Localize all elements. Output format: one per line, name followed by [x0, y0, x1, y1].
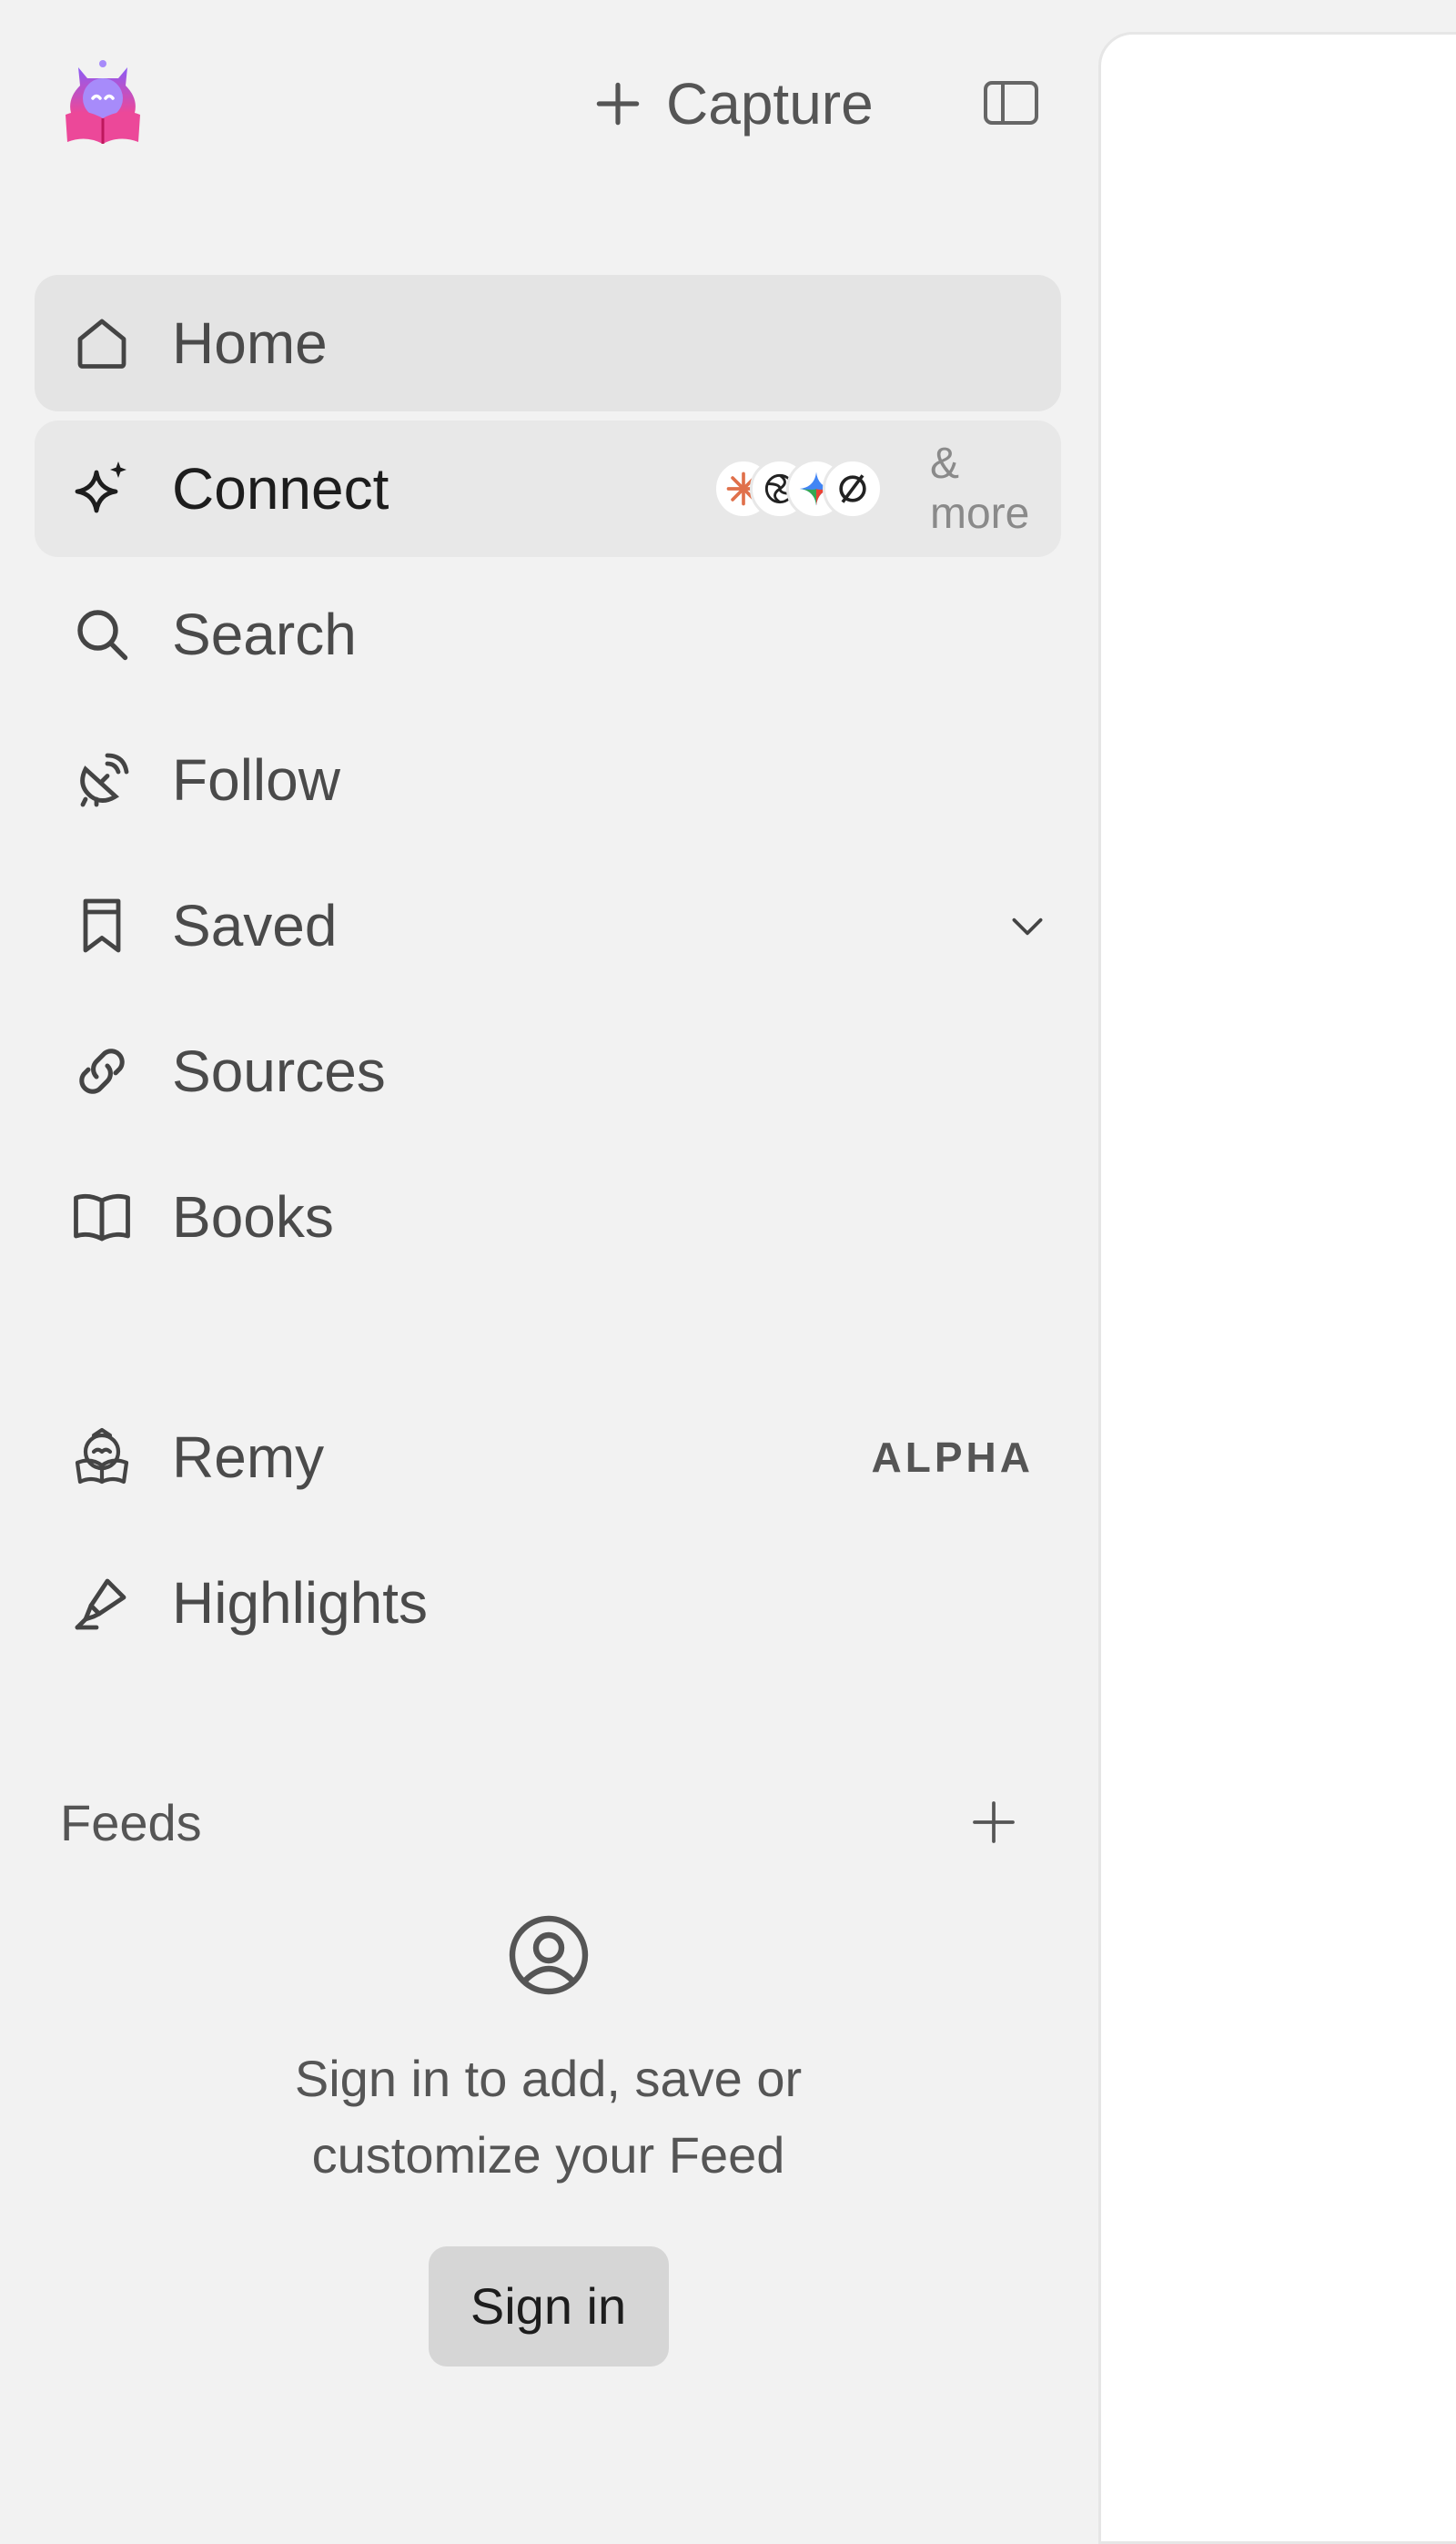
mascot-outline-icon [69, 1424, 135, 1490]
perplexity-icon [823, 459, 883, 519]
sidebar-item-books[interactable]: Books [35, 1149, 1061, 1285]
capture-label: Capture [666, 71, 874, 137]
sidebar-item-label: Home [172, 310, 328, 376]
sidebar-item-label: Remy [172, 1424, 325, 1490]
book-open-icon [69, 1184, 135, 1250]
sidebar-item-search[interactable]: Search [35, 566, 1061, 703]
sidebar-item-label: Books [172, 1184, 334, 1250]
sidebar-item-connect[interactable]: Connect & more [35, 421, 1061, 557]
sidebar-item-label: Connect [172, 456, 389, 522]
feeds-title: Feeds [60, 1794, 202, 1851]
sidebar-item-label: Highlights [172, 1570, 429, 1636]
link-icon [69, 1039, 135, 1104]
satellite-icon [69, 747, 135, 813]
alpha-badge: ALPHA [871, 1434, 1034, 1481]
highlighter-icon [69, 1570, 135, 1636]
user-circle-icon [505, 1911, 592, 1999]
sidebar-item-label: Search [172, 602, 357, 667]
sidebar-item-sources[interactable]: Sources [35, 1003, 1061, 1140]
home-icon [69, 310, 135, 376]
sidebar-toggle-icon[interactable] [983, 80, 1039, 126]
sidebar-item-remy[interactable]: Remy ALPHA [35, 1389, 1061, 1525]
feeds-empty-message: Sign in to add, save or customize your F… [294, 2050, 803, 2184]
sign-in-button[interactable]: Sign in [428, 2246, 669, 2367]
sidebar: Capture Home Connect & more Search Follo… [0, 0, 1098, 2484]
search-icon [69, 602, 135, 667]
capture-button[interactable]: Capture [590, 62, 874, 146]
sidebar-item-label: Sources [172, 1039, 386, 1104]
plus-icon [590, 76, 646, 132]
feeds-empty-state: Sign in to add, save or customize your F… [0, 1911, 1097, 2367]
sidebar-item-home[interactable]: Home [35, 275, 1061, 411]
main-content-panel [1098, 32, 1456, 2544]
sidebar-item-saved[interactable]: Saved [35, 857, 1061, 994]
sidebar-item-label: Saved [172, 893, 338, 958]
bookmark-icon [69, 893, 135, 958]
sidebar-item-follow[interactable]: Follow [35, 712, 1061, 848]
plus-icon[interactable] [968, 1797, 1019, 1848]
provider-icons [713, 459, 883, 519]
sidebar-item-highlights[interactable]: Highlights [35, 1535, 1061, 1671]
more-providers-text: & more [930, 440, 1030, 538]
sidebar-item-label: Follow [172, 747, 340, 813]
sparkle-icon [69, 456, 135, 522]
chevron-down-icon[interactable] [1005, 903, 1050, 948]
reading-mascot-icon[interactable] [60, 58, 146, 146]
